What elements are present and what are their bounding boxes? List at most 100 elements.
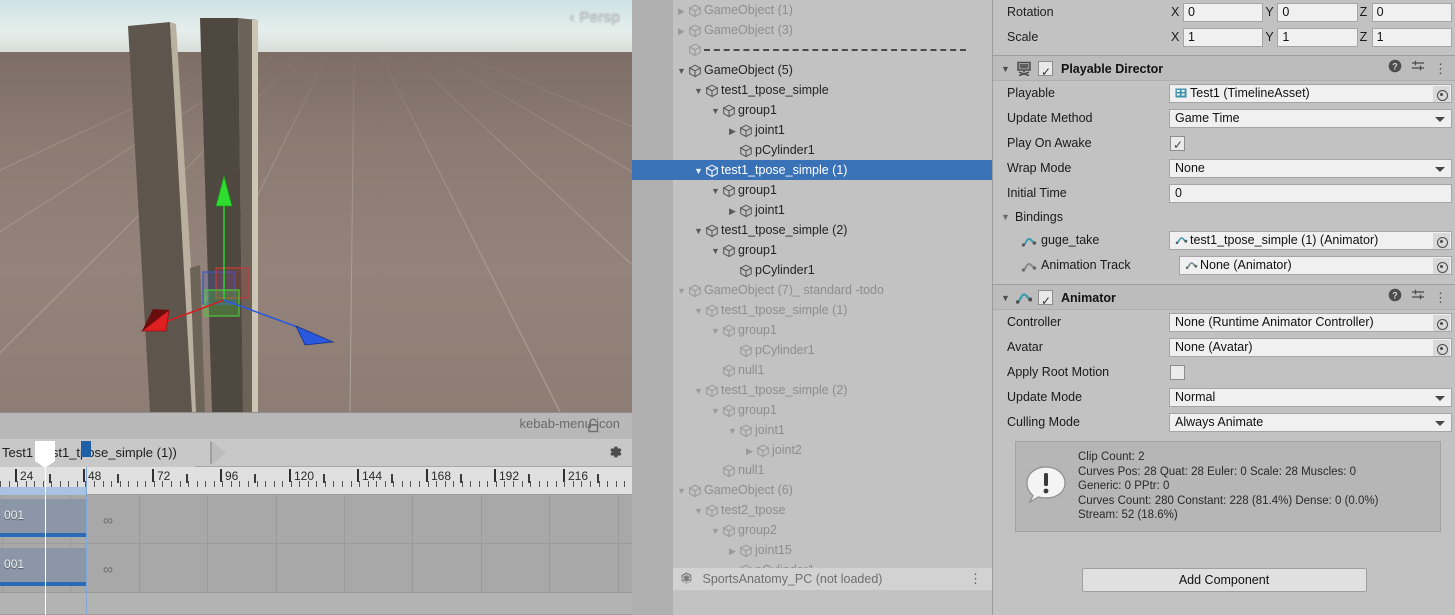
chevron-down-icon[interactable]: ▼ [675, 61, 688, 81]
hierarchy-row[interactable]: ▶ joint1 [673, 200, 992, 220]
chevron-down-icon[interactable]: ▼ [709, 241, 722, 261]
breadcrumb[interactable]: Test1 (test1_tpose_simple (1)) [0, 439, 195, 467]
hierarchy-row[interactable]: ▼ test1_tpose_simple (2) [673, 380, 992, 400]
hierarchy-row[interactable]: ▶ joint1 [673, 120, 992, 140]
update-method-dropdown[interactable]: Game Time [1169, 109, 1452, 128]
apply-root-motion-checkbox[interactable] [1170, 365, 1185, 380]
hierarchy-row[interactable]: ▼ joint1 [673, 420, 992, 440]
chevron-down-icon[interactable]: ▼ [692, 161, 705, 181]
timeline-clip[interactable]: take 001 [0, 499, 86, 537]
animator-foldout-icon[interactable]: ▼ [1001, 285, 1010, 311]
timeline-kebab-menu-icon[interactable]: kebab-menu-icon [520, 416, 620, 431]
help-icon[interactable]: ? [1388, 285, 1402, 311]
avatar-object-field[interactable]: None (Avatar) [1169, 338, 1452, 357]
timeline-track[interactable]: take 001 ∞ [0, 544, 632, 593]
hierarchy-row[interactable]: ▶ joint2 [673, 440, 992, 460]
hierarchy-row[interactable]: null1 [673, 460, 992, 480]
scale-y-field[interactable]: 1 [1277, 28, 1358, 47]
chevron-down-icon[interactable]: ▼ [709, 101, 722, 121]
hierarchy-row[interactable]: pCylinder1 [673, 140, 992, 160]
timeline-clip[interactable]: take 001 [0, 548, 86, 586]
hierarchy-row[interactable]: null1 [673, 360, 992, 380]
scene-view[interactable]: ‹ Persp [0, 0, 632, 412]
chevron-right-icon[interactable]: ▶ [726, 201, 739, 221]
hierarchy-row[interactable]: ▼ GameObject (6) [673, 480, 992, 500]
timeline-window[interactable]: kebab-menu-icon Test1 (test1_tpose_simpl… [0, 412, 632, 615]
hierarchy-panel[interactable]: ▶ GameObject (1) ▶ GameObject (3) ▼ GameObjec… [632, 0, 992, 615]
bindings-header[interactable]: ▼ Bindings [993, 206, 1455, 228]
hierarchy-row[interactable]: ▶ joint15 [673, 540, 992, 560]
inspector-panel[interactable]: Rotation X 0 Y 0 Z 0 Scale X 1 Y 1 Z 1 ▼… [992, 0, 1455, 615]
controller-object-field[interactable]: None (Runtime Animator Controller) [1169, 313, 1452, 332]
initial-time-input[interactable]: 0 [1169, 184, 1452, 203]
binding-object-picker-icon-0[interactable] [1433, 233, 1450, 249]
chevron-down-icon[interactable]: ▼ [692, 501, 705, 521]
hierarchy-row[interactable]: ▼ group1 [673, 180, 992, 200]
chevron-right-icon[interactable]: ▶ [726, 541, 739, 561]
timeline-end-marker[interactable] [81, 441, 91, 494]
scale-z-field[interactable]: 1 [1371, 28, 1452, 47]
chevron-down-icon[interactable]: ▼ [675, 281, 688, 301]
chevron-down-icon[interactable]: ▼ [692, 81, 705, 101]
chevron-down-icon[interactable]: ▼ [692, 221, 705, 241]
hierarchy-scene-kebab-icon[interactable]: ⋮ [969, 568, 982, 590]
wrap-mode-dropdown[interactable]: None [1169, 159, 1452, 178]
rotation-z-field[interactable]: 0 [1371, 3, 1452, 22]
preset-settings-icon[interactable] [1411, 56, 1425, 82]
timeline-track[interactable]: take 001 ∞ [0, 495, 632, 544]
chevron-down-icon[interactable]: ▼ [709, 401, 722, 421]
chevron-down-icon[interactable]: ▼ [692, 381, 705, 401]
update-mode-dropdown[interactable]: Normal [1169, 388, 1452, 407]
hierarchy-row[interactable]: ▼ group1 [673, 320, 992, 340]
chevron-right-icon[interactable]: ▶ [726, 121, 739, 141]
hierarchy-scene-footer[interactable]: SportsAnatomy_PC (not loaded) ⋮ [673, 568, 992, 590]
playable-object-field[interactable]: Test1 (TimelineAsset) [1169, 84, 1452, 103]
avatar-object-picker-icon[interactable] [1433, 340, 1450, 356]
playable-director-enabled-checkbox[interactable] [1038, 59, 1053, 85]
chevron-right-icon[interactable]: ▶ [675, 21, 688, 41]
hierarchy-row[interactable]: ▼ group1 [673, 100, 992, 120]
playable-director-kebab-icon[interactable]: ⋮ [1434, 56, 1447, 82]
animator-header[interactable]: ▼ Animator ? ⋮ [993, 284, 1455, 314]
scale-x-field[interactable]: 1 [1183, 28, 1264, 47]
chevron-down-icon[interactable]: ▼ [709, 321, 722, 341]
binding-object-picker-icon-1[interactable] [1433, 258, 1450, 274]
hierarchy-row[interactable]: ▶ GameObject (1) [673, 0, 992, 20]
play-on-awake-checkbox[interactable] [1170, 133, 1185, 158]
chevron-right-icon[interactable]: ▶ [743, 441, 756, 461]
rotation-x-field[interactable]: 0 [1183, 3, 1264, 22]
controller-object-picker-icon[interactable] [1433, 315, 1450, 331]
animator-kebab-icon[interactable]: ⋮ [1434, 285, 1447, 311]
hierarchy-row[interactable]: ▼ GameObject (7)_ standard -todo [673, 280, 992, 300]
animator-enabled-checkbox[interactable] [1038, 288, 1053, 314]
hierarchy-row[interactable]: ▼ test2_tpose [673, 500, 992, 520]
chevron-down-icon[interactable]: ▼ [692, 301, 705, 321]
hierarchy-tree[interactable]: ▶ GameObject (1) ▶ GameObject (3) ▼ GameObjec… [632, 0, 992, 580]
timeline-track-area[interactable]: take 001 ∞ take 001 ∞ [0, 495, 632, 615]
add-component-button[interactable]: Add Component [1081, 568, 1367, 592]
rotation-y-field[interactable]: 0 [1277, 3, 1358, 22]
chevron-right-icon[interactable]: ▶ [675, 1, 688, 21]
timeline-empty-track[interactable] [0, 593, 632, 615]
hierarchy-row[interactable]: ▼ GameObject (5) [673, 60, 992, 80]
scene-view-perspective-label[interactable]: ‹ Persp [570, 8, 620, 25]
hierarchy-row[interactable]: ▶ GameObject (3) [673, 20, 992, 40]
timeline-playhead[interactable] [35, 441, 55, 494]
help-icon[interactable]: ? [1388, 56, 1402, 82]
hierarchy-row[interactable]: ▼ group2 [673, 520, 992, 540]
hierarchy-row[interactable]: ▼ group1 [673, 400, 992, 420]
chevron-down-icon[interactable]: ▼ [709, 181, 722, 201]
preset-settings-icon[interactable] [1411, 285, 1425, 311]
playable-director-header[interactable]: ▼ Playable Director ? [993, 55, 1455, 85]
hierarchy-row[interactable]: pCylinder1 [673, 340, 992, 360]
hierarchy-row-selected[interactable]: ▼ test1_tpose_simple (1) [632, 160, 992, 180]
playable-director-foldout-icon[interactable]: ▼ [1001, 56, 1010, 82]
chevron-down-icon[interactable]: ▼ [675, 481, 688, 501]
chevron-down-icon[interactable]: ▼ [726, 421, 739, 441]
bindings-foldout-icon[interactable]: ▼ [1001, 206, 1010, 228]
hierarchy-row[interactable]: ▼ test1_tpose_simple [673, 80, 992, 100]
chevron-down-icon[interactable]: ▼ [709, 521, 722, 541]
timeline-ruler[interactable]: 24 48 72 96 120 144 168 192 216 [0, 441, 632, 495]
binding-object-field-0[interactable]: test1_tpose_simple (1) (Animator) [1169, 231, 1452, 250]
gear-icon[interactable] [606, 443, 626, 463]
